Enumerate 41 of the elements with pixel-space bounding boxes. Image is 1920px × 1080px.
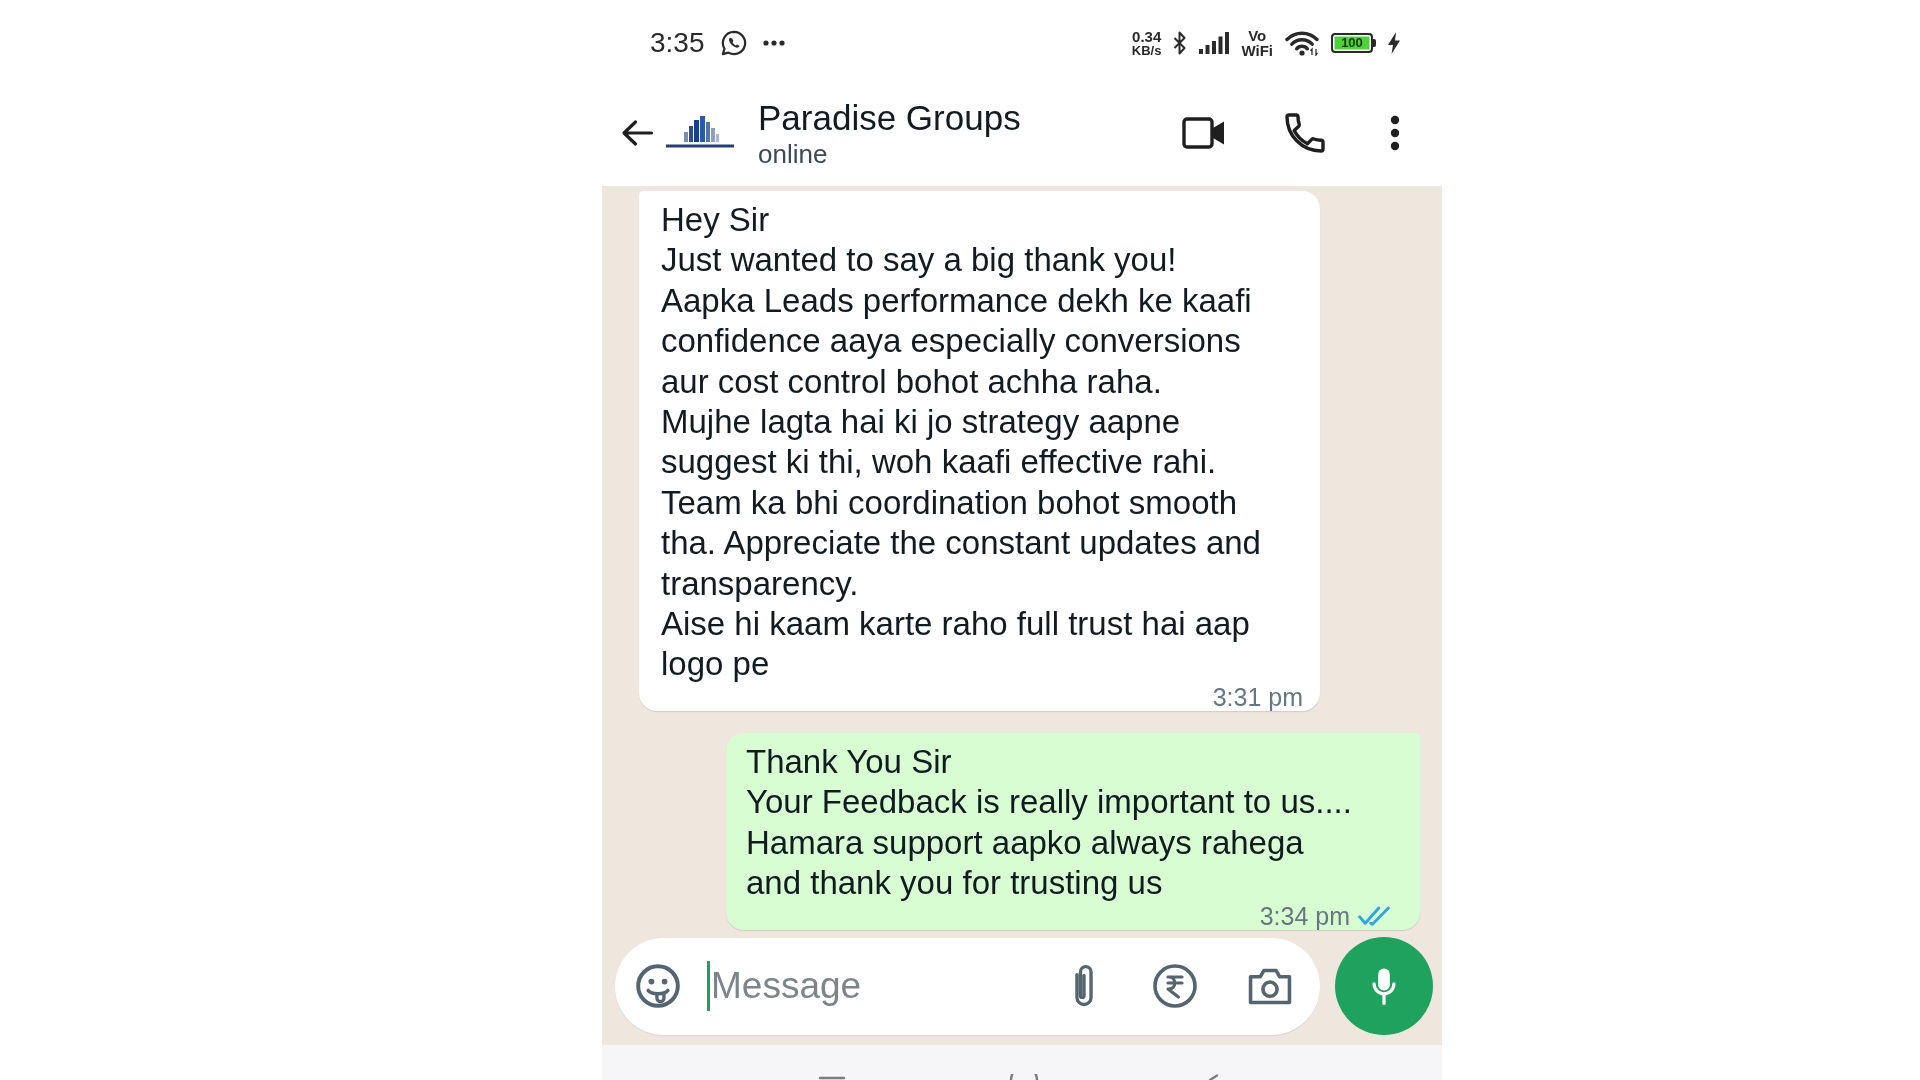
back-arrow-icon [620, 118, 654, 148]
rupee-icon [1153, 964, 1197, 1008]
back-button[interactable] [620, 118, 654, 148]
status-time: 3:35 [650, 29, 705, 57]
message-composer[interactable]: Message [615, 937, 1320, 1035]
more-notifications-icon [762, 40, 785, 46]
network-speed-unit: KB/s [1131, 43, 1162, 58]
navigation-icon[interactable] [818, 1074, 846, 1080]
phone-handset-icon [1285, 113, 1325, 153]
vowifi-label-bottom: WiFi [1241, 43, 1273, 58]
group-avatar-logo[interactable] [664, 116, 736, 150]
message-time: 3:34 pm [1259, 903, 1350, 928]
signal-bars-icon [1199, 32, 1230, 54]
video-camera-icon [1182, 116, 1226, 150]
message-text: Hey Sir Just wanted to say a big thank you! Aapka Leads performance dekh ke kaafi confidence aaya especially conversions aur cost control bohot achha raha. Mujhe lagta hai ki jo strategy aapne suggest ki thi, woh kaafi effective rahi. Team ka bhi coordination bohot smooth tha. Appreciate the constant updates and transparency. Aise hi kaam karte raho full trust hai aap logo pe [661, 200, 1261, 685]
menu-dots-icon [1390, 115, 1400, 151]
navigation-icon[interactable] [1009, 1074, 1039, 1080]
smiley-face-icon [636, 964, 680, 1008]
message-time: 3:31 pm [1212, 684, 1303, 709]
chat-bubble-phone-icon [720, 30, 747, 56]
message-text: Thank You Sir Your Feedback is really important to us.... Hamara support aapko always rahega and thank you for trusting us [746, 741, 1352, 904]
video-call-button[interactable] [1182, 116, 1226, 150]
network-speed-value: 0.34 [1132, 28, 1162, 44]
attach-button[interactable] [1073, 964, 1095, 1008]
wifi-icon [1285, 30, 1319, 56]
sticker-button[interactable] [636, 964, 680, 1008]
text-cursor [707, 961, 710, 1011]
contact-name[interactable]: Paradise Groups [758, 96, 1021, 139]
more-options-button[interactable] [1390, 115, 1400, 151]
paperclip-icon [1073, 964, 1095, 1008]
contact-status: online [758, 138, 829, 170]
camera-button[interactable] [1247, 966, 1293, 1006]
message-input[interactable]: Message [710, 961, 1063, 1011]
lightning-bolt-icon [1388, 32, 1400, 54]
microphone-icon [1372, 967, 1396, 1005]
bluetooth-icon [1173, 31, 1188, 55]
battery-indicator: 100 [1331, 33, 1376, 53]
voice-call-button[interactable] [1285, 113, 1325, 153]
payment-button[interactable] [1153, 964, 1197, 1008]
vowifi-label-top: Vo [1248, 28, 1267, 43]
camera-icon [1247, 966, 1293, 1006]
